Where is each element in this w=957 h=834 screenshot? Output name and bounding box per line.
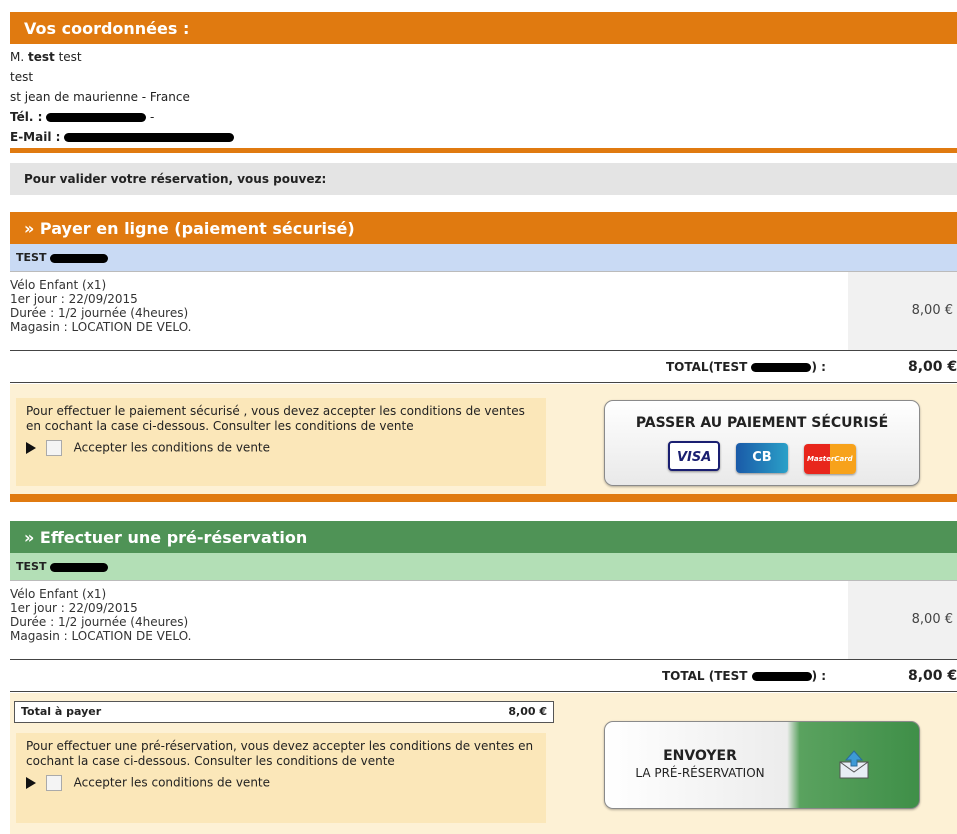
online-total-value: 8,00 € xyxy=(908,359,957,375)
prereserve-total-label: TOTAL (TEST xyxy=(662,669,748,683)
prereserve-accept-label[interactable]: Accepter les conditions de vente xyxy=(74,776,270,790)
online-notice: Pour effectuer le paiement sécurisé , vo… xyxy=(26,404,525,433)
total-to-pay-value: 8,00 € xyxy=(508,705,547,718)
prereserve-total-value: 8,00 € xyxy=(908,668,957,684)
contact-city: st jean de maurienne - France xyxy=(10,90,190,104)
total-to-pay-label: Total à payer xyxy=(21,705,102,718)
online-total-row: TOTAL(TEST ) : 8,00 € xyxy=(10,351,957,383)
contact-block: M. test test test st jean de maurienne -… xyxy=(10,47,957,147)
arrow-icon xyxy=(26,442,36,454)
prereserve-total-row: TOTAL (TEST ) : 8,00 € xyxy=(10,660,957,692)
redacted-client xyxy=(50,253,109,263)
contact-phone: Tél. : - xyxy=(10,110,155,124)
send-prereservation-button[interactable]: ENVOYER LA PRÉ-RÉSERVATION xyxy=(604,721,920,809)
prereserve-header: » Effectuer une pré-réservation xyxy=(10,521,957,553)
prereserve-item-details: Vélo Enfant (x1) 1er jour : 22/09/2015 D… xyxy=(10,587,192,643)
online-header: » Payer en ligne (paiement sécurisé) xyxy=(10,212,957,244)
online-total-label: TOTAL(TEST xyxy=(666,360,748,374)
secure-payment-button[interactable]: PASSER AU PAIEMENT SÉCURISÉ VISA CB Mast… xyxy=(604,400,920,486)
validate-text: Pour valider votre réservation, vous pou… xyxy=(24,172,327,186)
prereserve-item-row: Vélo Enfant (x1) 1er jour : 22/09/2015 D… xyxy=(10,580,957,660)
online-notice-box: Pour effectuer le paiement sécurisé , vo… xyxy=(16,398,546,486)
cb-logo: CB xyxy=(736,443,788,473)
contact-divider xyxy=(10,148,957,153)
redacted-client xyxy=(50,562,109,572)
online-header-title: » Payer en ligne (paiement sécurisé) xyxy=(24,218,355,238)
redacted-total-client xyxy=(751,672,812,681)
card-logos: VISA CB MasterCard xyxy=(605,441,919,474)
prereserve-client-label: TEST xyxy=(16,560,47,573)
online-accept-checkbox[interactable] xyxy=(45,440,62,456)
contact-header-title: Vos coordonnées : xyxy=(24,18,190,38)
online-accept-label[interactable]: Accepter les conditions de vente xyxy=(74,441,270,455)
contact-name: M. test test xyxy=(10,50,82,64)
contact-email: E-Mail : xyxy=(10,127,957,147)
redacted-phone xyxy=(46,113,147,122)
total-to-pay-box: Total à payer 8,00 € xyxy=(14,701,554,723)
online-client-label: TEST xyxy=(16,251,47,264)
send-button-title: ENVOYER xyxy=(663,748,737,764)
online-accept-area: Pour effectuer le paiement sécurisé , vo… xyxy=(10,384,957,494)
redacted-total-client xyxy=(751,363,812,372)
prereserve-accept-area: Total à payer 8,00 € Pour effectuer une … xyxy=(10,693,957,834)
secure-payment-label: PASSER AU PAIEMENT SÉCURISÉ xyxy=(635,415,889,431)
arrow-icon xyxy=(26,777,36,789)
visa-logo: VISA xyxy=(668,441,721,471)
prereserve-notice: Pour effectuer une pré-réservation, vous… xyxy=(26,739,534,768)
online-item-details: Vélo Enfant (x1) 1er jour : 22/09/2015 D… xyxy=(10,278,192,334)
contact-line2: test xyxy=(10,70,34,84)
contact-header: Vos coordonnées : xyxy=(10,12,957,44)
prereserve-header-title: » Effectuer une pré-réservation xyxy=(24,527,308,547)
online-divider xyxy=(10,494,957,502)
online-item-row: Vélo Enfant (x1) 1er jour : 22/09/2015 D… xyxy=(10,271,957,351)
send-mail-icon xyxy=(837,750,871,783)
prereserve-client-row: TEST xyxy=(10,553,957,580)
redacted-email xyxy=(64,133,235,142)
prereserve-notice-box: Pour effectuer une pré-réservation, vous… xyxy=(16,733,546,823)
send-button-subtitle: LA PRÉ-RÉSERVATION xyxy=(635,766,765,780)
online-client-row: TEST xyxy=(10,244,957,271)
mastercard-logo: MasterCard xyxy=(803,444,856,474)
online-item-price: 8,00 € xyxy=(848,272,957,350)
prereserve-accept-checkbox[interactable] xyxy=(45,775,62,791)
prereserve-item-price: 8,00 € xyxy=(848,581,957,659)
validate-bar: Pour valider votre réservation, vous pou… xyxy=(10,163,957,195)
